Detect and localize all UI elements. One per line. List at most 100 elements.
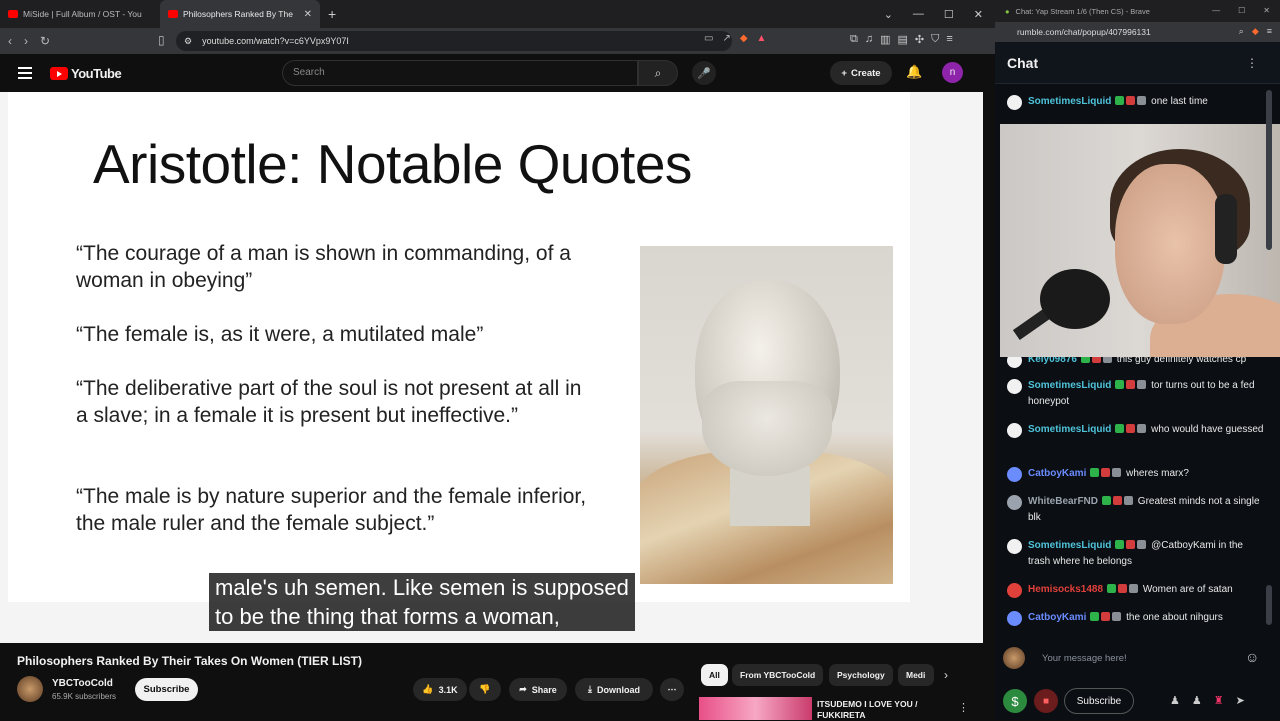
chat-user-avatar[interactable] xyxy=(1007,95,1022,110)
chat-badge-icon xyxy=(1124,496,1134,505)
badge-icon[interactable]: ♜ xyxy=(1214,694,1224,707)
badge-icon[interactable]: ♟ xyxy=(1170,694,1180,707)
chat-badge-icon xyxy=(1126,424,1136,433)
chat-username[interactable]: CatboyKami xyxy=(1028,468,1086,479)
close-window-icon[interactable]: ✕ xyxy=(1263,6,1270,15)
search-button[interactable]: ⌕ xyxy=(638,60,678,86)
chat-scrollbar-thumb[interactable] xyxy=(1266,585,1272,625)
chip-from-channel[interactable]: From YBCTooCold xyxy=(732,664,824,686)
tab-philosophers[interactable]: Philosophers Ranked By The ✕ xyxy=(160,0,320,28)
like-button[interactable]: 👍 3.1K xyxy=(413,678,467,701)
chat-scrollbar[interactable] xyxy=(1266,90,1272,250)
brave-shield-icon[interactable]: ◆ xyxy=(740,33,748,44)
chat-user-avatar[interactable] xyxy=(1007,539,1022,554)
chat-options-icon[interactable]: ⋮ xyxy=(1246,56,1258,70)
search-input[interactable]: Search xyxy=(282,60,638,86)
channel-avatar[interactable] xyxy=(17,676,43,702)
quote-3: “The deliberative part of the soul is no… xyxy=(76,377,582,427)
chat-message: SometimesLiquid one last time xyxy=(1007,94,1267,110)
chat-message: WhiteBearFND Greatest minds not a single… xyxy=(1007,494,1267,526)
chip-all[interactable]: All xyxy=(701,664,728,686)
chat-user-avatar[interactable] xyxy=(1007,423,1022,438)
send-icon[interactable]: ➤ xyxy=(1236,694,1245,707)
voice-search-button[interactable]: 🎤 xyxy=(692,61,716,85)
channel-name[interactable]: YBCTooCold xyxy=(52,678,113,689)
video-player[interactable]: Aristotle: Notable Quotes “The courage o… xyxy=(0,92,983,643)
chat-user-avatar[interactable] xyxy=(1007,611,1022,626)
chip-psychology[interactable]: Psychology xyxy=(829,664,893,686)
chat-username[interactable]: Hemisocks1488 xyxy=(1028,584,1103,595)
notifications-bell-icon[interactable]: 🔔 xyxy=(906,64,922,80)
badge-icon[interactable]: ♟ xyxy=(1192,694,1202,707)
chat-message-text: the one about nihgurs xyxy=(1123,612,1223,623)
extensions-icon[interactable]: ⧉ xyxy=(850,33,858,46)
chat-username[interactable]: SometimesLiquid xyxy=(1028,540,1111,551)
chat-address-bar[interactable]: rumble.com/chat/popup/407996131 ⌕ ◆ ≡ xyxy=(995,22,1280,42)
chat-username[interactable]: SometimesLiquid xyxy=(1028,96,1111,107)
site-info-icon[interactable]: ⚙ xyxy=(184,36,192,47)
close-tab-icon[interactable]: ✕ xyxy=(304,9,312,20)
reload-icon[interactable]: ↻ xyxy=(40,34,50,48)
share-icon[interactable]: ↗ xyxy=(722,33,730,44)
related-video-thumbnail[interactable] xyxy=(699,697,812,720)
tab-list-icon[interactable]: ⌄ xyxy=(884,8,893,21)
zoom-icon[interactable]: ⌕ xyxy=(1239,26,1244,37)
wallet-icon[interactable]: ▤ xyxy=(898,33,908,46)
maximize-icon[interactable]: ☐ xyxy=(944,8,954,21)
address-bar[interactable]: ⚙ youtube.com/watch?v=c6YVpx9Y07I xyxy=(176,31,732,51)
brave-shield-icon[interactable]: ◆ xyxy=(1252,26,1259,37)
minimize-icon[interactable]: — xyxy=(1212,6,1220,15)
thumbs-down-icon: 👎 xyxy=(479,684,491,694)
bookmark-icon[interactable]: ▯ xyxy=(158,33,165,47)
forward-icon[interactable]: › xyxy=(24,34,28,48)
chat-user-avatar[interactable] xyxy=(1007,495,1022,510)
chat-badge-icon xyxy=(1107,584,1117,593)
download-button[interactable]: ⤓ Download xyxy=(575,678,653,701)
chip-medi[interactable]: Medi xyxy=(898,664,934,686)
more-vertical-icon[interactable]: ⋮ xyxy=(958,701,969,714)
tab-miside[interactable]: MiSide | Full Album / OST - You xyxy=(0,0,160,28)
quote-1: “The courage of a man is shown in comman… xyxy=(76,242,571,292)
chat-input-row: Your message here! ☺ xyxy=(1000,643,1280,673)
media-icon[interactable]: ♫ xyxy=(865,33,873,46)
back-icon[interactable]: ‹ xyxy=(8,34,12,48)
maximize-icon[interactable]: ☐ xyxy=(1238,6,1245,15)
chat-user-avatar[interactable] xyxy=(1007,379,1022,394)
youtube-favicon-icon xyxy=(168,10,178,18)
share-button[interactable]: ➦ Share xyxy=(509,678,567,701)
menu-icon[interactable]: ≡ xyxy=(946,33,952,46)
brave-rewards-icon[interactable]: ▲ xyxy=(757,33,767,44)
youtube-logo[interactable]: YouTube xyxy=(50,66,122,81)
chat-username[interactable]: CatboyKami xyxy=(1028,612,1086,623)
chat-user-avatar[interactable] xyxy=(1007,467,1022,482)
related-video-title[interactable]: ITSUDEMO I LOVE YOU / FUKKIRETA xyxy=(817,699,937,721)
create-button[interactable]: + Create xyxy=(830,61,892,85)
chat-username[interactable]: SometimesLiquid xyxy=(1028,380,1111,391)
chat-username[interactable]: SometimesLiquid xyxy=(1028,424,1111,435)
hamburger-menu-icon[interactable] xyxy=(18,67,32,79)
rant-dollar-icon[interactable]: $ xyxy=(1003,689,1027,713)
vpn-icon[interactable]: ⛉ xyxy=(931,33,939,46)
cast-icon[interactable]: ▭ xyxy=(704,33,713,44)
dislike-button[interactable]: 👎 xyxy=(469,678,501,701)
chat-subscribe-button[interactable]: Subscribe xyxy=(1064,688,1134,714)
chat-user-avatar[interactable] xyxy=(1007,583,1022,598)
sidebar-icon[interactable]: ▥ xyxy=(880,33,890,46)
webcam-overlay xyxy=(1000,124,1280,357)
emoji-icon[interactable]: ☺ xyxy=(1245,649,1259,665)
new-tab-button[interactable]: + xyxy=(320,6,344,22)
chat-badge-icon xyxy=(1112,468,1122,477)
chat-window-title: Chat: Yap Stream 1/6 (Then CS) - Brave xyxy=(1015,6,1150,16)
gift-icon[interactable]: ■ xyxy=(1034,689,1058,713)
subscribe-button[interactable]: Subscribe xyxy=(135,678,198,701)
chat-username[interactable]: WhiteBearFND xyxy=(1028,496,1098,507)
chat-message-input[interactable]: Your message here! xyxy=(1042,653,1127,664)
puzzle-icon[interactable]: ✣ xyxy=(915,33,924,46)
chevron-right-icon[interactable]: › xyxy=(944,668,948,682)
close-window-icon[interactable]: ✕ xyxy=(974,8,983,21)
extensions: ⧉ ♫ ▥ ▤ ✣ ⛉ ≡ xyxy=(850,33,953,46)
menu-icon[interactable]: ≡ xyxy=(1267,26,1272,37)
more-actions-button[interactable]: ⋯ xyxy=(660,678,684,701)
minimize-icon[interactable]: — xyxy=(913,8,924,20)
account-avatar[interactable]: n xyxy=(942,62,963,83)
